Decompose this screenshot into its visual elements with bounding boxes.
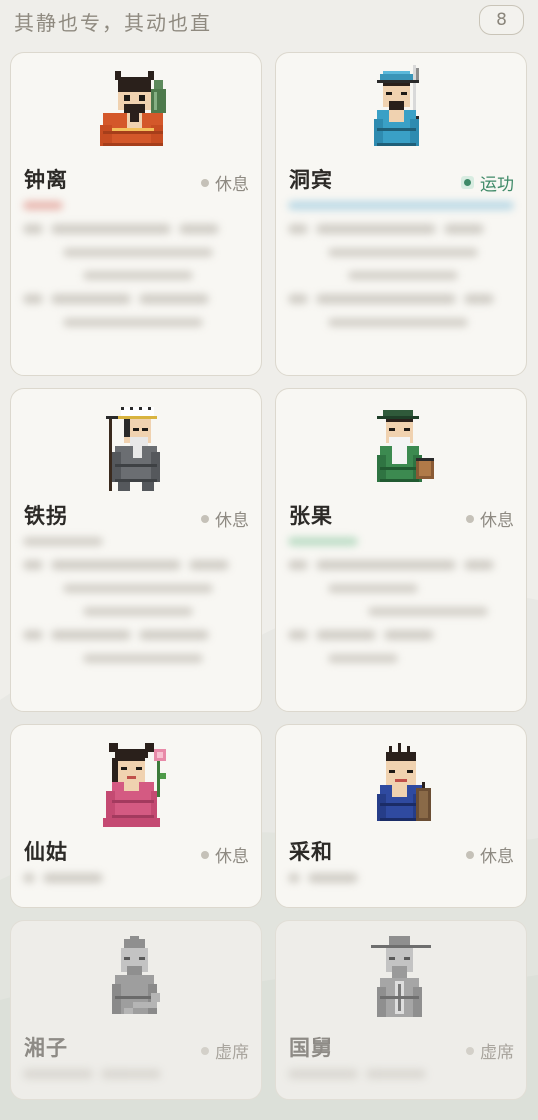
status-indicator: 虚席 <box>466 1038 514 1063</box>
status-label: 休息 <box>215 175 249 195</box>
xiangu-figure <box>103 743 166 827</box>
immortal-name: 铁拐 <box>24 504 68 528</box>
status-label: 休息 <box>215 511 249 531</box>
status-dot-icon <box>466 514 474 523</box>
status-label: 休息 <box>215 847 249 867</box>
guojiu-figure <box>371 936 431 1017</box>
blurred-details <box>288 201 514 341</box>
immortal-card-xiangu[interactable]: 仙姑 休息 <box>10 724 262 908</box>
status-dot-icon <box>201 1046 209 1055</box>
immortal-card-dongbin[interactable]: 洞宾 运功 <box>275 52 527 376</box>
blurred-details <box>23 1069 249 1093</box>
immortal-card-tieguai[interactable]: 铁拐 休息 <box>10 388 262 712</box>
immortal-name: 采和 <box>289 840 333 864</box>
immortal-card-guojiu[interactable]: 国舅 虚席 <box>275 920 527 1100</box>
count-badge[interactable]: 8 <box>479 5 524 35</box>
status-indicator: 休息 <box>466 842 514 867</box>
status-label: 虚席 <box>215 1043 249 1063</box>
status-indicator: 休息 <box>466 506 514 531</box>
immortal-card-caihe[interactable]: 采和 休息 <box>275 724 527 908</box>
status-indicator: 休息 <box>201 842 249 867</box>
status-label: 运功 <box>480 175 514 195</box>
tieguai-figure <box>106 407 160 491</box>
status-dot-icon <box>201 178 209 187</box>
page-title: 其静也专，其动也直 <box>14 11 212 35</box>
dongbin-figure <box>374 65 419 146</box>
blurred-details <box>23 873 249 897</box>
immortal-card-zhongli[interactable]: 钟离 休息 <box>10 52 262 376</box>
immortal-card-zhangguo[interactable]: 张果 休息 <box>275 388 527 712</box>
immortal-name: 张果 <box>289 504 333 528</box>
zhangguo-figure <box>377 410 434 482</box>
header: 其静也专，其动也直 8 <box>0 0 538 40</box>
blurred-details <box>23 537 249 677</box>
blurred-details <box>288 1069 514 1093</box>
status-label: 休息 <box>480 511 514 531</box>
zhongli-figure <box>100 71 166 146</box>
xiangzi-figure <box>112 936 160 1014</box>
status-indicator: 虚席 <box>201 1038 249 1063</box>
immortal-name: 洞宾 <box>289 168 333 192</box>
immortal-name: 钟离 <box>24 168 68 192</box>
status-dot-icon <box>466 1046 474 1055</box>
immortal-name: 湘子 <box>24 1036 68 1060</box>
status-dot-icon <box>201 514 209 523</box>
immortals-roster-screen: 其静也专，其动也直 8 钟离 休息 洞宾 运功 铁拐 休息 张果 休息 仙姑 休… <box>0 0 538 1120</box>
caihe-figure <box>377 743 431 821</box>
status-indicator: 休息 <box>201 506 249 531</box>
status-dot-icon <box>466 850 474 859</box>
blurred-details <box>288 873 514 897</box>
blurred-details <box>288 537 514 677</box>
status-indicator: 休息 <box>201 170 249 195</box>
blurred-details <box>23 201 249 341</box>
immortal-name: 仙姑 <box>24 840 68 864</box>
immortal-card-xiangzi[interactable]: 湘子 虚席 <box>10 920 262 1100</box>
status-dot-icon <box>461 176 474 189</box>
status-label: 休息 <box>480 847 514 867</box>
status-indicator: 运功 <box>461 170 514 195</box>
immortal-name: 国舅 <box>289 1036 333 1060</box>
status-label: 虚席 <box>480 1043 514 1063</box>
status-dot-icon <box>201 850 209 859</box>
